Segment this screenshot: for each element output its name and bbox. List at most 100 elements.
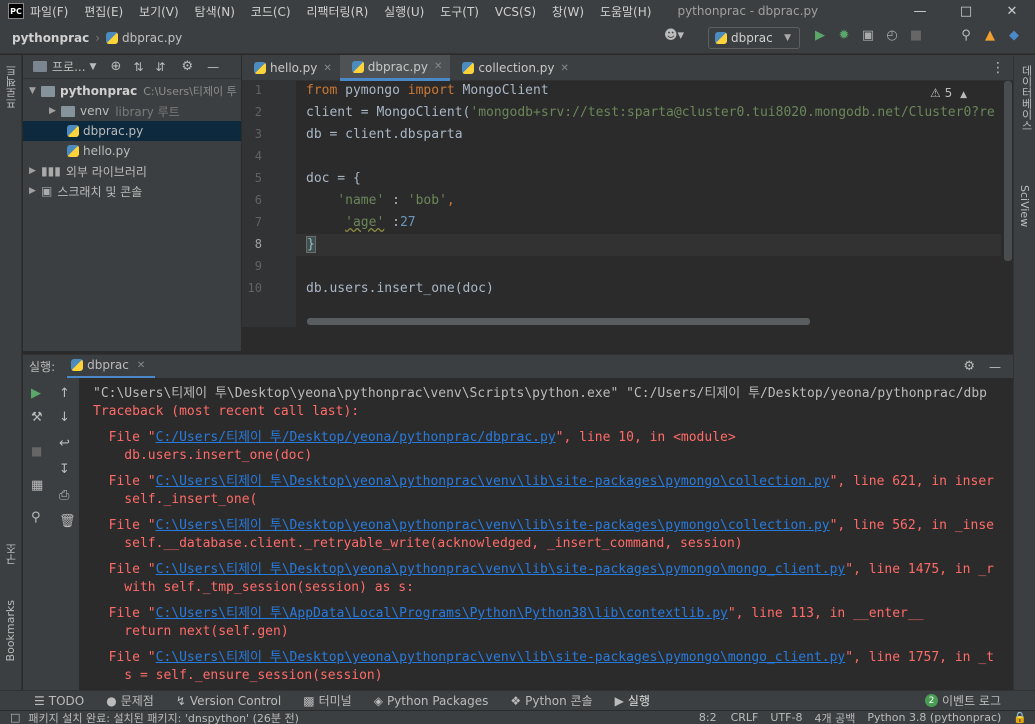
traceback-link[interactable]: C:\Users\티제이 투\Desktop\yeona\pythonprac\…: [156, 518, 830, 533]
search-icon[interactable]: ⚲: [954, 28, 978, 43]
close-icon[interactable]: ✕: [989, 0, 1035, 22]
hide-icon[interactable]: —: [207, 60, 219, 74]
run-console[interactable]: "C:\Users\티제이 투\Desktop\yeona\pythonprac…: [79, 378, 1013, 690]
tree-item-external-libraries[interactable]: ▶ ▮▮▮ 외부 라이브러리: [23, 161, 241, 181]
menu-refactor[interactable]: 리팩터링(R): [306, 5, 368, 19]
menu-vcs[interactable]: VCS(S): [495, 5, 536, 19]
scroll-to-end-icon[interactable]: ↧: [59, 462, 70, 477]
folder-icon: [41, 85, 55, 97]
layout-icon[interactable]: ▦: [31, 478, 43, 493]
menu-help[interactable]: 도움말(H): [600, 5, 652, 19]
traceback-link[interactable]: C:\Users\티제이 투\Desktop\yeona\pythonprac\…: [156, 474, 830, 489]
print-icon[interactable]: ⎙: [59, 488, 69, 503]
tab-python-packages[interactable]: Python Packages: [387, 694, 488, 708]
stop-icon[interactable]: ■: [31, 444, 42, 458]
project-view-select[interactable]: 프로...: [52, 58, 86, 75]
tab-hello[interactable]: hello.py ✕: [242, 55, 340, 81]
editor-horizontal-scrollbar[interactable]: [307, 318, 810, 325]
bookmarks-tool-tab[interactable]: Bookmarks: [4, 600, 17, 661]
expand-all-icon[interactable]: ⇅: [133, 60, 143, 74]
code-editor[interactable]: from pymongo import MongoClient client =…: [296, 81, 1001, 327]
tree-item-dbprac[interactable]: dbprac.py: [23, 121, 241, 141]
wrench-icon[interactable]: ⚒: [31, 410, 43, 425]
tree-item-scratches[interactable]: ▶ ▣ 스크래치 및 콘솔: [23, 181, 241, 201]
menu-file[interactable]: 파일(F): [30, 5, 68, 19]
gear-icon[interactable]: ⚙: [181, 59, 193, 74]
breadcrumb-project[interactable]: pythonprac: [12, 31, 89, 45]
profile-icon[interactable]: ◴: [880, 28, 904, 43]
status-layout-icon[interactable]: □: [10, 711, 20, 724]
traceback-link[interactable]: C:\Users\티제이 투\Desktop\yeona\pythonprac\…: [156, 650, 846, 665]
event-log-button[interactable]: 2 이벤트 로그: [924, 692, 1001, 709]
status-interpreter[interactable]: Python 3.8 (pythonprac): [867, 711, 1001, 724]
coverage-icon[interactable]: ▣: [856, 28, 880, 43]
maximize-icon[interactable]: □: [943, 0, 989, 22]
traceback-link[interactable]: C:\Users\티제이 투\Desktop\yeona\pythonprac\…: [156, 562, 846, 577]
breadcrumb-file[interactable]: dbprac.py: [106, 31, 182, 45]
menu-view[interactable]: 보기(V): [139, 5, 179, 19]
structure-tool-tab[interactable]: 구조: [4, 543, 20, 565]
minimize-icon[interactable]: —: [897, 0, 943, 22]
traceback-link[interactable]: C:/Users/티제이 투/Desktop/yeona/pythonprac/…: [156, 430, 556, 445]
status-message[interactable]: 패키지 설치 완료: 설치된 패키지: 'dnspython' (26분 전): [28, 710, 298, 724]
locate-icon[interactable]: ⊕: [110, 59, 121, 74]
soft-wrap-icon[interactable]: ↩: [59, 436, 70, 451]
update-icon[interactable]: ▲: [978, 28, 1002, 43]
python-file-icon: [462, 62, 475, 74]
menu-code[interactable]: 코드(C): [251, 5, 291, 19]
pycharm-logo-icon: PC: [8, 3, 24, 19]
run-config-select[interactable]: dbprac ▼: [708, 27, 800, 49]
tree-item-hello[interactable]: hello.py: [23, 141, 241, 161]
debug-icon[interactable]: ✹: [832, 28, 856, 43]
hide-icon[interactable]: —: [989, 360, 1001, 374]
pin-icon[interactable]: ⚲: [31, 510, 41, 525]
chevron-down-icon[interactable]: ▼: [90, 62, 97, 72]
python-file-icon: [351, 60, 364, 73]
status-caret-position[interactable]: 8:2: [699, 711, 717, 724]
trash-icon[interactable]: 🗑: [59, 514, 76, 529]
project-tool-tab[interactable]: 프로젝트: [4, 65, 20, 109]
gear-icon[interactable]: ⚙: [963, 359, 975, 374]
tab-run[interactable]: 실행: [628, 692, 650, 709]
status-line-separator[interactable]: CRLF: [731, 711, 759, 724]
tab-python-console[interactable]: Python 콘솔: [525, 692, 593, 709]
run-icon[interactable]: ▶: [808, 28, 832, 43]
collapse-all-icon[interactable]: ⇵: [155, 60, 165, 74]
arrow-up-icon[interactable]: ↑: [59, 386, 70, 401]
tree-item-venv[interactable]: ▶ venv library 루트: [23, 101, 241, 121]
menu-navigate[interactable]: 탐색(N): [195, 5, 235, 19]
tab-dbprac[interactable]: dbprac.py ✕: [339, 55, 451, 81]
database-tool-tab[interactable]: 데이터베이스: [1018, 65, 1034, 131]
close-tab-icon[interactable]: ✕: [323, 63, 331, 74]
tree-item-project-root[interactable]: ▼ pythonprac C:\Users\티제이 투: [23, 81, 241, 101]
more-tabs-icon[interactable]: ⋮: [991, 60, 1005, 76]
sciview-tool-tab[interactable]: SciView: [1018, 185, 1031, 227]
lock-icon[interactable]: 🔒: [1013, 711, 1027, 724]
python-file-icon: [71, 359, 84, 371]
user-icon[interactable]: ☻▾: [662, 28, 686, 43]
warnings-indicator[interactable]: ⚠ 5 ▲: [930, 86, 967, 100]
tab-problems[interactable]: 문제점: [121, 692, 154, 709]
stop-icon[interactable]: ■: [904, 28, 928, 43]
problems-icon: ●: [106, 693, 117, 708]
code-line: client = MongoClient('mongodb+srv://test…: [306, 105, 995, 120]
tab-collection[interactable]: collection.py ✕: [450, 55, 577, 81]
traceback-link[interactable]: C:\Users\티제이 투\AppData\Local\Programs\Py…: [156, 606, 728, 621]
menu-tools[interactable]: 도구(T): [440, 5, 479, 19]
tab-terminal[interactable]: 터미널: [319, 692, 352, 709]
editor-vertical-scrollbar[interactable]: [1004, 81, 1012, 261]
status-indent[interactable]: 4개 공백: [814, 710, 855, 724]
arrow-down-icon[interactable]: ↓: [59, 410, 70, 425]
run-tab-dbprac[interactable]: dbprac ✕: [67, 355, 156, 379]
menu-edit[interactable]: 편집(E): [84, 5, 123, 19]
menu-window[interactable]: 창(W): [552, 5, 584, 19]
status-encoding[interactable]: UTF-8: [770, 711, 802, 724]
library-icon: ▮▮▮: [41, 164, 61, 178]
close-tab-icon[interactable]: ✕: [137, 360, 145, 371]
rerun-icon[interactable]: ▶: [31, 386, 41, 401]
close-tab-icon[interactable]: ✕: [434, 61, 442, 72]
tab-version-control[interactable]: Version Control: [190, 694, 281, 708]
menu-run[interactable]: 실행(U): [384, 5, 424, 19]
close-tab-icon[interactable]: ✕: [561, 63, 569, 74]
tab-todo[interactable]: TODO: [49, 694, 84, 708]
